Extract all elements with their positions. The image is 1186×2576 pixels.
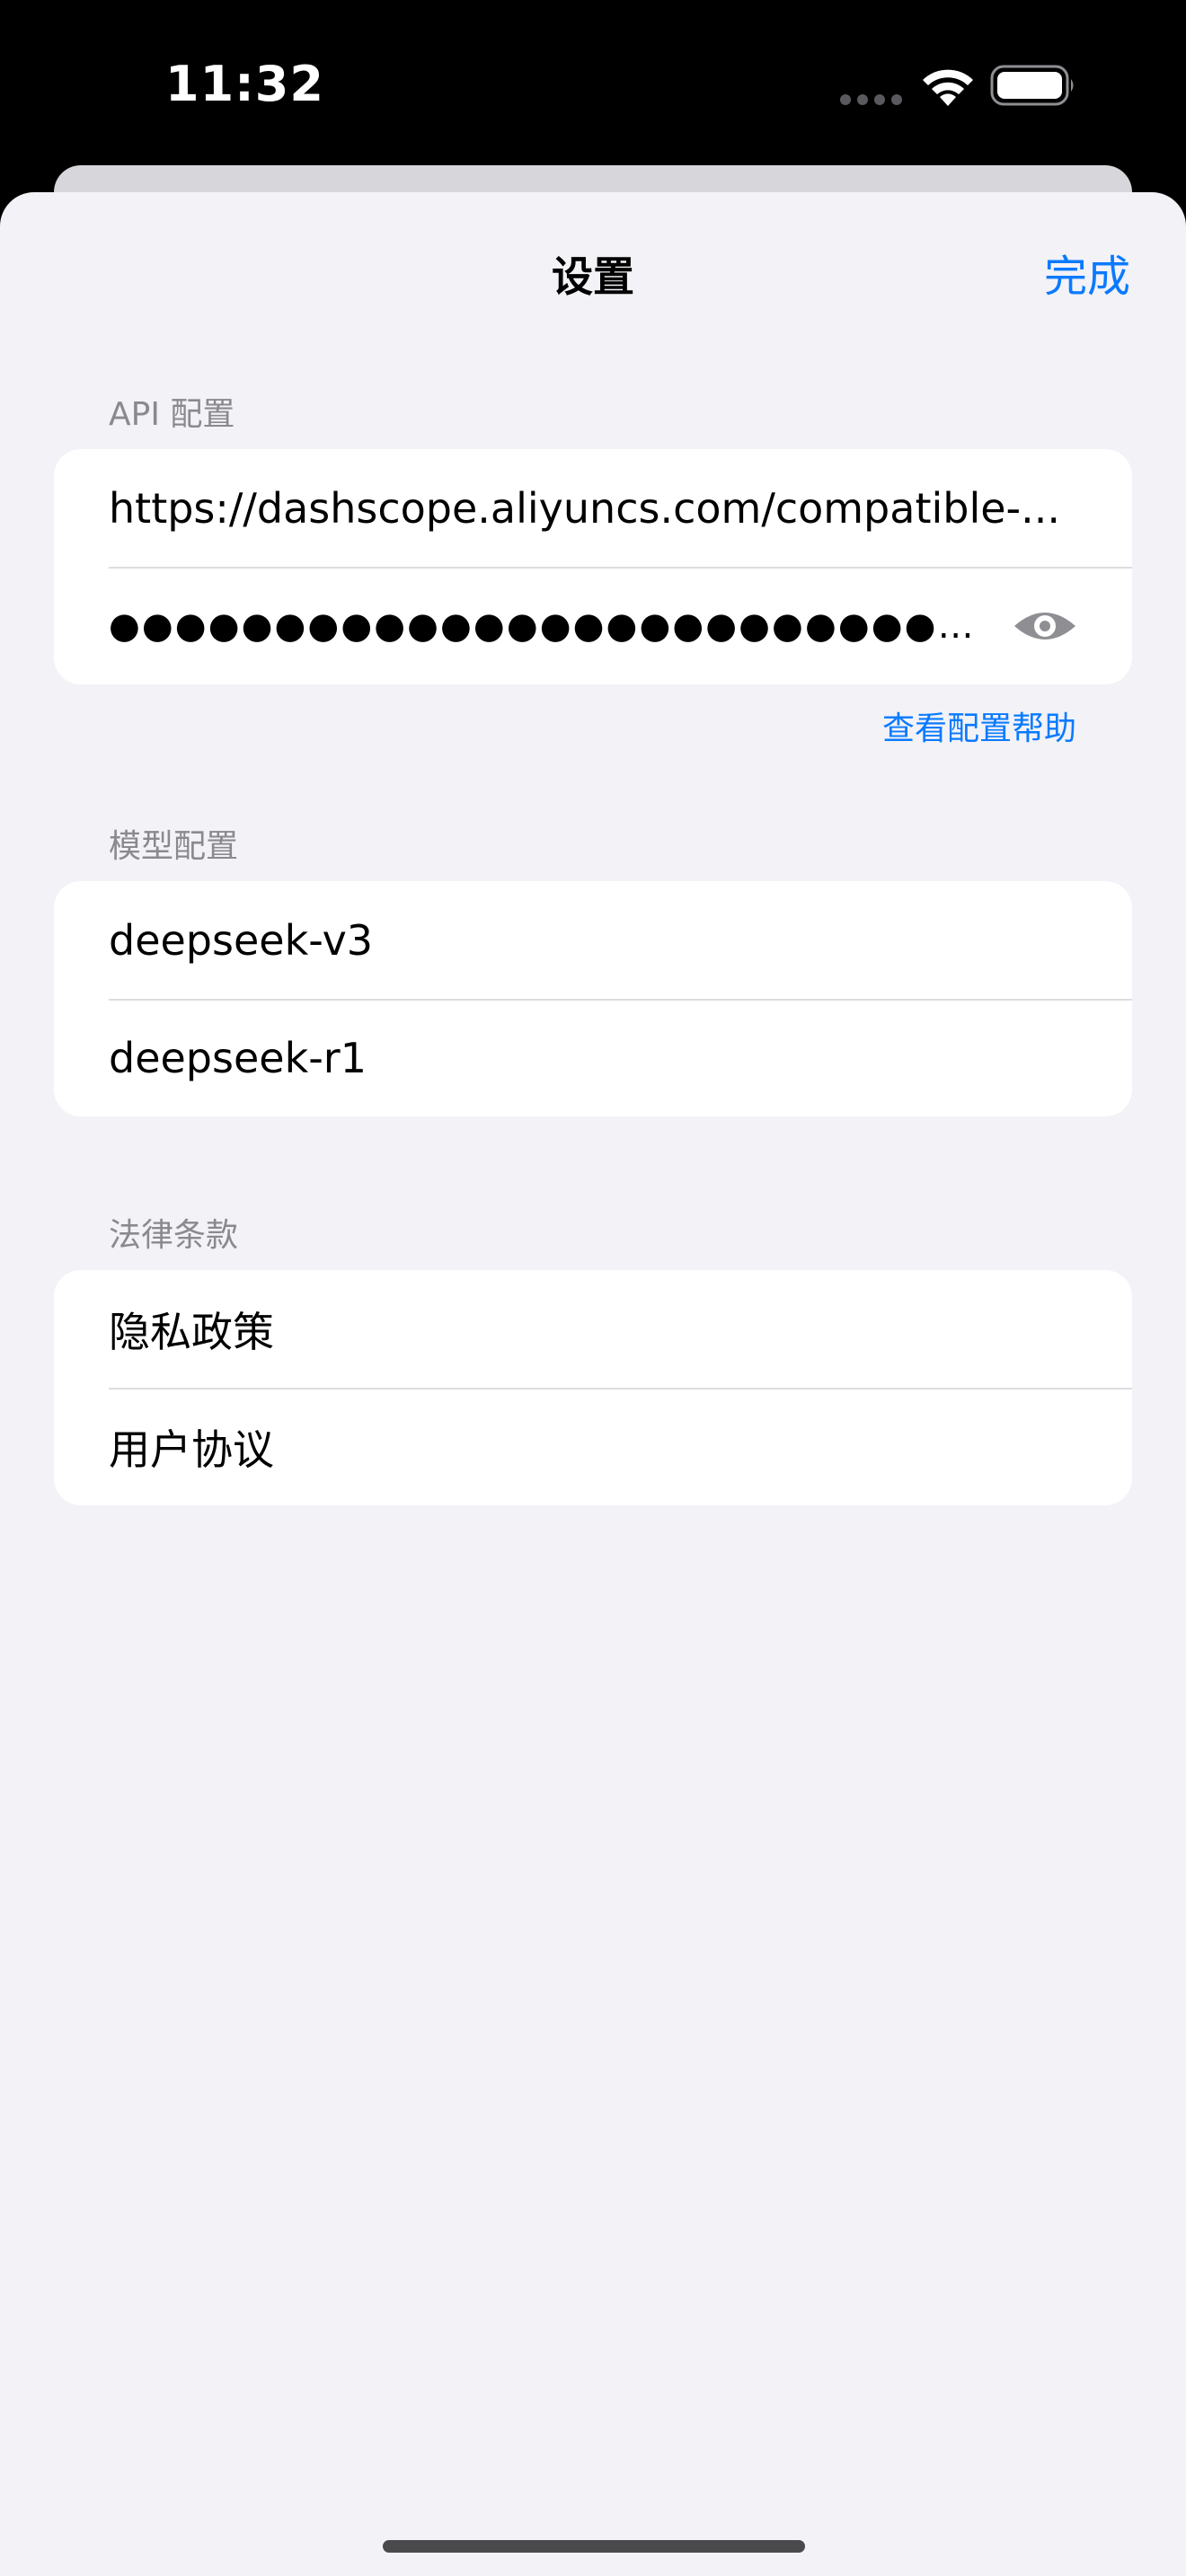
status-time: 11:32 <box>165 56 324 112</box>
config-help-link[interactable]: 查看配置帮助 <box>882 702 1076 749</box>
wifi-icon <box>923 69 973 106</box>
base-url-field[interactable]: https://dashscope.aliyuncs.com/compatibl… <box>54 449 1132 567</box>
model-config-group: deepseek-v3 deepseek-r1 <box>54 881 1132 1116</box>
base-url-value: https://dashscope.aliyuncs.com/compatibl… <box>109 483 1061 533</box>
user-agreement-item[interactable]: 用户协议 <box>54 1388 1132 1505</box>
settings-sheet: 设置 完成 API 配置 https://dashscope.aliyuncs.… <box>0 192 1186 2576</box>
model-label: deepseek-r1 <box>109 1033 367 1082</box>
home-indicator[interactable] <box>383 2540 805 2553</box>
api-key-value: ●●●●●●●●●●●●●●●●●●●●●●●●●●●●●●●●●●●... <box>109 604 985 647</box>
legal-group: 隐私政策 用户协议 <box>54 1270 1132 1505</box>
legal-item-label: 用户协议 <box>109 1425 274 1474</box>
privacy-policy-item[interactable]: 隐私政策 <box>54 1270 1132 1388</box>
legal-item-label: 隐私政策 <box>109 1307 274 1356</box>
model-option-deepseek-r1[interactable]: deepseek-r1 <box>54 999 1132 1116</box>
battery-icon <box>990 65 1074 106</box>
done-button[interactable]: 完成 <box>1044 241 1130 304</box>
status-bar: 11:32 <box>0 0 1186 171</box>
section-header-api: API 配置 <box>109 396 235 433</box>
model-label: deepseek-v3 <box>109 915 374 965</box>
api-key-field[interactable]: ●●●●●●●●●●●●●●●●●●●●●●●●●●●●●●●●●●●... <box>54 567 1132 684</box>
page-title: 设置 <box>552 252 634 301</box>
api-config-group: https://dashscope.aliyuncs.com/compatibl… <box>54 449 1132 684</box>
cellular-icon <box>840 94 902 105</box>
section-header-legal: 法律条款 <box>109 1217 239 1254</box>
model-option-deepseek-v3[interactable]: deepseek-v3 <box>54 881 1132 999</box>
eye-icon[interactable] <box>1012 604 1078 648</box>
section-header-model: 模型配置 <box>109 828 239 865</box>
